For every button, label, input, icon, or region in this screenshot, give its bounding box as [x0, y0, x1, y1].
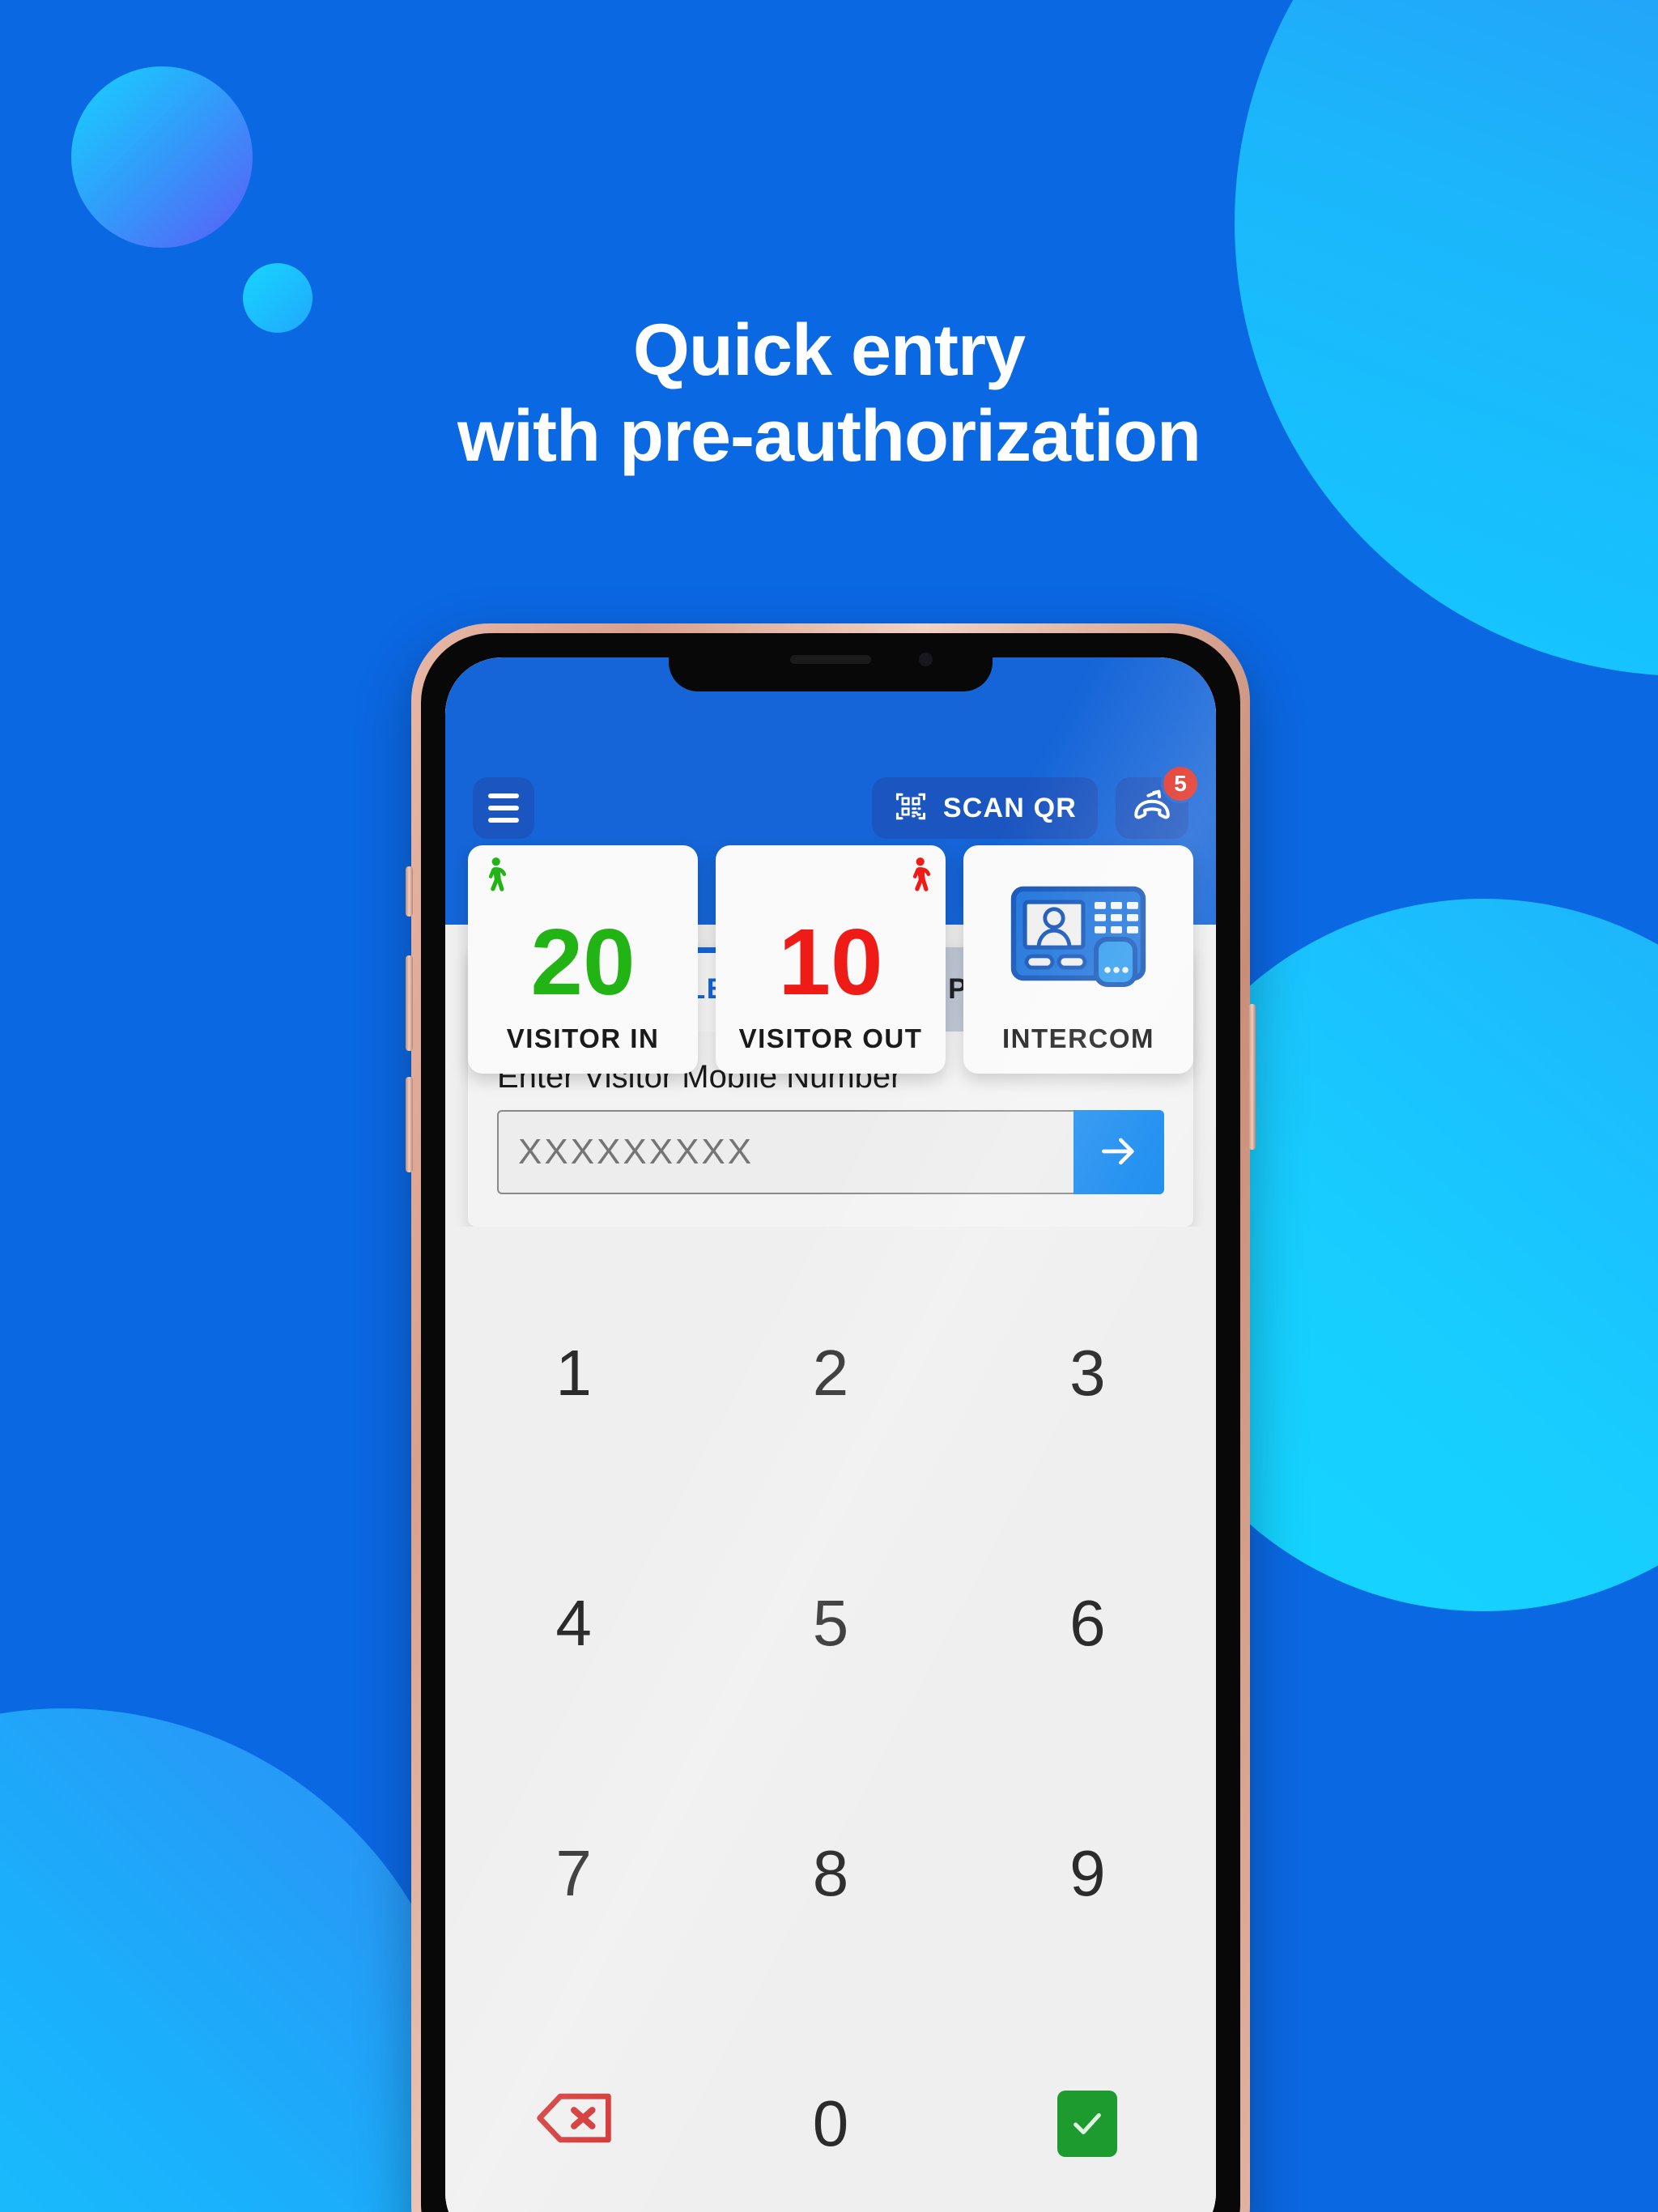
promo-screenshot: Quick entry with pre-authorization SCAN …: [0, 0, 1658, 2212]
calls-button-wrapper: 5: [1116, 764, 1200, 839]
keypad-key-6[interactable]: 6: [959, 1498, 1216, 1748]
stat-value-visitor-in: 20: [530, 909, 636, 1015]
keypad-key-5[interactable]: 5: [702, 1498, 959, 1748]
stat-label-intercom: INTERCOM: [1002, 1023, 1154, 1053]
hamburger-menu-button[interactable]: [473, 777, 534, 839]
visitor-management-app: SCAN QR 5 20 VISITOR IN 10 VISITOR OUT I…: [445, 657, 1216, 2212]
phone-mockup: SCAN QR 5 20 VISITOR IN 10 VISITOR OUT I…: [406, 623, 1256, 2212]
phone-bezel: SCAN QR 5 20 VISITOR IN 10 VISITOR OUT I…: [421, 633, 1240, 2212]
headline-line-1: Quick entry: [632, 310, 1026, 391]
scan-qr-label: SCAN QR: [942, 792, 1077, 823]
phone-volume-down-button: [406, 1077, 413, 1172]
keypad-confirm-button[interactable]: [959, 1999, 1216, 2212]
phone-power-button: [1248, 1004, 1256, 1150]
stat-label-visitor-in: VISITOR IN: [506, 1023, 660, 1053]
keypad-backspace-button[interactable]: [445, 1999, 702, 2212]
promo-headline: Quick entry with pre-authorization: [0, 308, 1658, 479]
phone-earpiece-speaker: [790, 655, 871, 664]
headline-line-2: with pre-authorization: [457, 396, 1201, 478]
numeric-keypad: 1 2 3 4 5 6 7 8 9 0: [445, 1227, 1216, 2212]
keypad-key-9[interactable]: 9: [959, 1749, 1216, 1999]
keypad-key-1[interactable]: 1: [445, 1248, 702, 1498]
qr-code-icon: [893, 789, 929, 828]
app-header-bar: SCAN QR 5: [473, 764, 1200, 839]
keypad-key-7[interactable]: 7: [445, 1749, 702, 1999]
phone-volume-up-button: [406, 955, 413, 1051]
hamburger-menu-icon: [488, 793, 519, 823]
arrow-right-icon: [1096, 1129, 1141, 1176]
keypad-key-0[interactable]: 0: [702, 1999, 959, 2212]
stat-card-visitor-out[interactable]: 10 VISITOR OUT: [716, 845, 946, 1074]
mobile-number-input[interactable]: [497, 1110, 1073, 1194]
keypad-key-3[interactable]: 3: [959, 1248, 1216, 1498]
phone-mute-switch: [406, 866, 413, 917]
submit-mobile-button[interactable]: [1073, 1110, 1164, 1194]
backspace-delete-icon: [535, 2087, 613, 2161]
decorative-circle-bottom-left: [0, 1708, 470, 2212]
missed-calls-badge: 5: [1161, 764, 1200, 803]
phone-screen: SCAN QR 5 20 VISITOR IN 10 VISITOR OUT I…: [445, 657, 1216, 2212]
video-door-intercom-icon: [1010, 845, 1146, 1023]
stat-card-visitor-in[interactable]: 20 VISITOR IN: [468, 845, 698, 1074]
stat-value-visitor-out: 10: [778, 909, 883, 1015]
phone-front-camera: [919, 653, 933, 666]
keypad-key-8[interactable]: 8: [702, 1749, 959, 1999]
scan-qr-button[interactable]: SCAN QR: [871, 777, 1098, 839]
mobile-input-row: [497, 1110, 1164, 1194]
stat-label-visitor-out: VISITOR OUT: [738, 1023, 923, 1053]
keypad-key-2[interactable]: 2: [702, 1248, 959, 1498]
stat-card-intercom[interactable]: INTERCOM: [963, 845, 1193, 1074]
decorative-circle-upper-left: [71, 66, 253, 248]
check-mark-icon: [1057, 2091, 1118, 2158]
stat-cards-row: 20 VISITOR IN 10 VISITOR OUT INTERCOM: [445, 845, 1216, 1074]
phone-notch: [669, 633, 993, 691]
pedestrian-walking-icon: [481, 857, 508, 903]
keypad-key-4[interactable]: 4: [445, 1498, 702, 1748]
pedestrian-walking-icon: [905, 857, 933, 903]
app-header: SCAN QR 5 20 VISITOR IN 10 VISITOR OUT I…: [445, 657, 1216, 1074]
